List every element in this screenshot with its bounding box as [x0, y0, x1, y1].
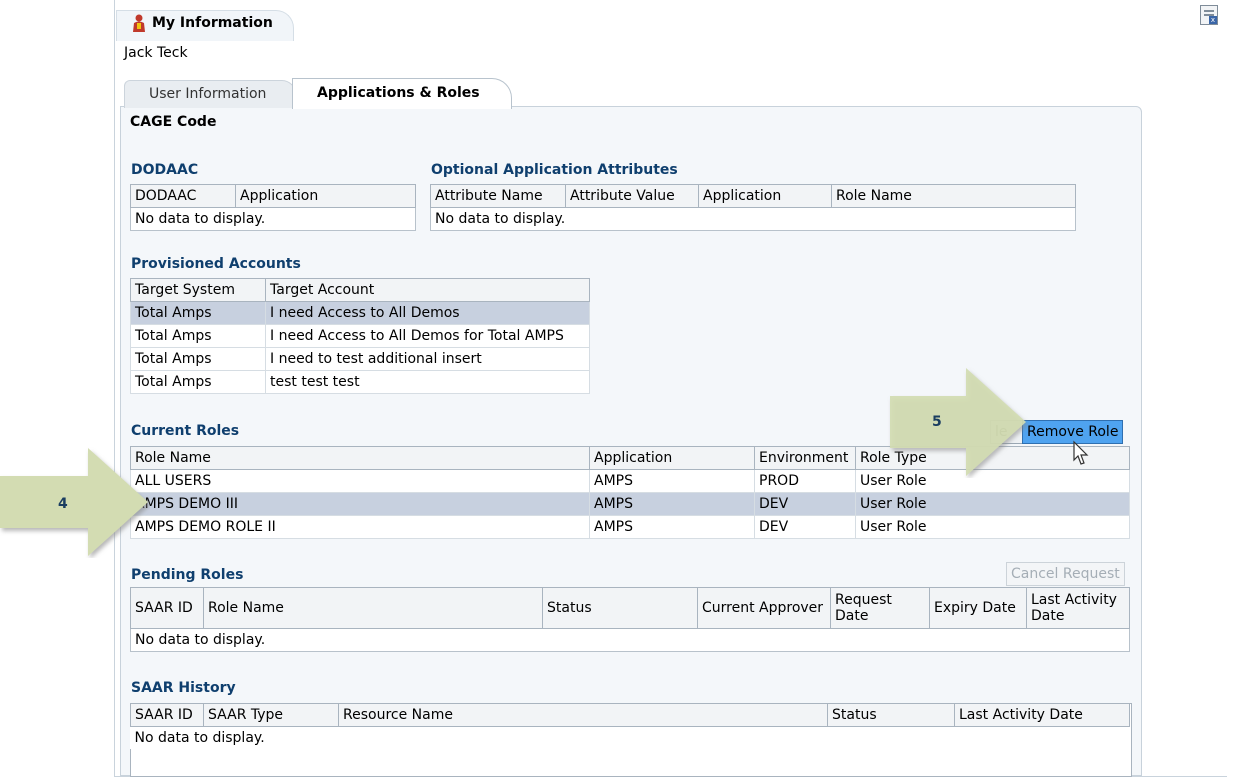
empty-message: No data to display. [430, 207, 1076, 231]
table-cell: I need Access to All Demos [265, 301, 590, 325]
user-icon [133, 14, 145, 32]
optional-attributes-table: Attribute Name Attribute Value Applicati… [430, 184, 1076, 231]
table-row[interactable]: Total Amps I need Access to All Demos [130, 301, 590, 325]
column-header[interactable]: Role Name [203, 587, 543, 629]
column-header[interactable]: Attribute Name [430, 184, 566, 208]
tab-label: User Information [149, 86, 267, 102]
pending-roles-table: SAAR ID Role Name Status Current Approve… [130, 587, 1130, 652]
mouse-cursor-icon [1073, 440, 1089, 465]
callout-arrow-4 [0, 448, 148, 556]
table-row[interactable]: Total Amps I need Access to All Demos fo… [130, 324, 590, 348]
column-header[interactable]: Target System [130, 278, 266, 302]
current-roles-title: Current Roles [131, 423, 240, 439]
column-header[interactable]: Expiry Date [929, 587, 1027, 629]
table-cell: I need to test additional insert [265, 347, 590, 371]
table-cell: DEV [754, 492, 856, 516]
column-header[interactable]: DODAAC [130, 184, 236, 208]
empty-message: No data to display. [134, 730, 265, 746]
table-cell: User Role [855, 492, 1130, 516]
dodaac-table: DODAAC Application No data to display. [130, 184, 416, 231]
callout-label-5: 5 [932, 414, 942, 430]
table-cell: ALL USERS [130, 469, 590, 493]
empty-message: No data to display. [130, 207, 416, 231]
tab-user-information[interactable]: User Information [124, 80, 296, 108]
table-cell: Total Amps [130, 347, 266, 371]
table-cell: PROD [754, 469, 856, 493]
provisioned-accounts-table: Target System Target Account Total Amps … [130, 278, 590, 394]
column-header[interactable]: Application [235, 184, 416, 208]
column-header[interactable]: Role Name [831, 184, 1076, 208]
table-cell: I need Access to All Demos for Total AMP… [265, 324, 590, 348]
column-header[interactable]: Current Approver [697, 587, 831, 629]
optional-attributes-title: Optional Application Attributes [431, 162, 678, 178]
column-header[interactable]: Last Activity Date [1026, 587, 1130, 629]
column-header[interactable]: Attribute Value [565, 184, 699, 208]
column-header[interactable]: Environment [754, 446, 856, 470]
table-cell: User Role [855, 515, 1130, 539]
table-row[interactable]: Total Amps test test test [130, 370, 590, 394]
table-row[interactable]: AMPS DEMO III AMPS DEV User Role [130, 492, 1130, 516]
table-cell: AMPS [589, 469, 755, 493]
column-header[interactable]: Resource Name [338, 703, 828, 727]
window-title: My Information [152, 15, 273, 31]
saar-history-title: SAAR History [131, 680, 236, 696]
table-cell: Total Amps [130, 301, 266, 325]
dodaac-title: DODAAC [131, 162, 199, 178]
table-cell: Total Amps [130, 324, 266, 348]
tab-label: Applications & Roles [317, 85, 480, 101]
table-row[interactable]: Total Amps I need to test additional ins… [130, 347, 590, 371]
table-cell: AMPS [589, 492, 755, 516]
column-header[interactable]: Application [589, 446, 755, 470]
table-cell: AMPS DEMO ROLE II [130, 515, 590, 539]
saar-history-table: SAAR ID SAAR Type Resource Name Status L… [130, 703, 1130, 749]
close-window-icon[interactable]: x [1200, 5, 1218, 25]
column-header[interactable]: Application [698, 184, 832, 208]
column-header[interactable]: Target Account [265, 278, 590, 302]
cancel-request-button[interactable]: Cancel Request [1006, 562, 1125, 586]
column-header[interactable]: Last Activity Date [954, 703, 1130, 727]
column-header[interactable]: SAAR ID [130, 587, 204, 629]
column-header[interactable]: Request Date [830, 587, 930, 629]
cage-code-title: CAGE Code [130, 114, 217, 130]
table-cell: DEV [754, 515, 856, 539]
column-header[interactable]: SAAR Type [203, 703, 339, 727]
pending-roles-title: Pending Roles [131, 567, 244, 583]
table-cell: test test test [265, 370, 590, 394]
empty-message: No data to display. [130, 628, 1130, 652]
column-header[interactable]: Status [542, 587, 698, 629]
table-cell: AMPS DEMO III [130, 492, 590, 516]
table-row[interactable]: AMPS DEMO ROLE II AMPS DEV User Role [130, 515, 1130, 539]
column-header[interactable]: Status [827, 703, 955, 727]
table-cell: Total Amps [130, 370, 266, 394]
table-cell: AMPS [589, 515, 755, 539]
provisioned-accounts-title: Provisioned Accounts [131, 256, 301, 272]
user-name: Jack Teck [124, 45, 188, 61]
column-header[interactable]: SAAR ID [130, 703, 204, 727]
tab-applications-roles[interactable]: Applications & Roles [292, 78, 512, 109]
column-header[interactable]: Role Name [130, 446, 590, 470]
callout-arrow-5 [890, 368, 1026, 476]
callout-label-4: 4 [58, 496, 68, 512]
